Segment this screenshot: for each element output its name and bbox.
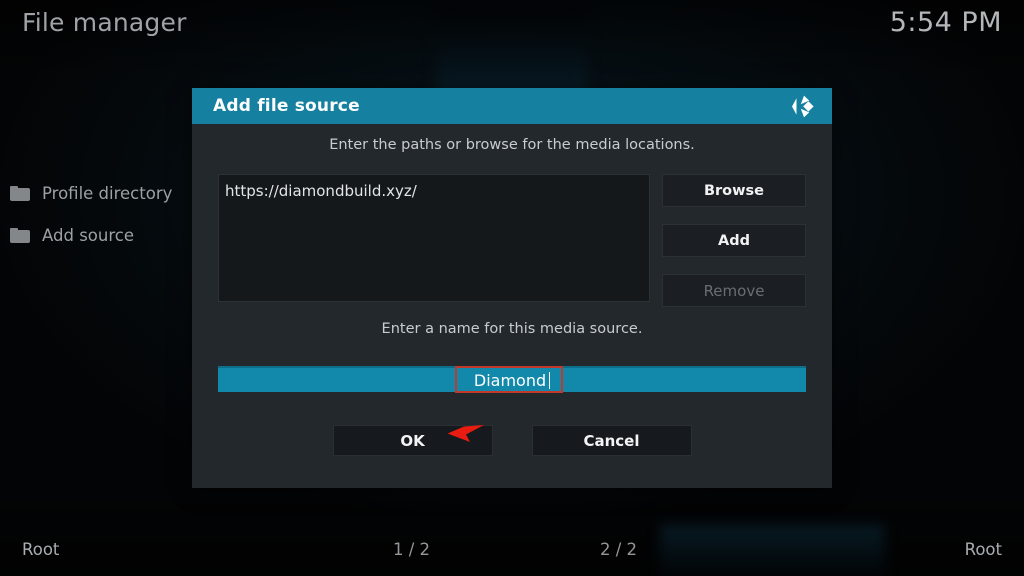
- name-hint: Enter a name for this media source.: [381, 321, 643, 337]
- kodi-file-manager-screen: File manager 5:54 PM Profile directory A…: [0, 0, 1024, 576]
- name-input-value: Diamond: [473, 370, 547, 390]
- paths-side-buttons: Browse Add Remove: [662, 174, 806, 324]
- page-title: File manager: [22, 8, 187, 37]
- sidebar-item-add-source[interactable]: Add source: [0, 214, 190, 256]
- add-file-source-dialog: Add file source Enter the paths or brows…: [192, 88, 832, 488]
- dialog-title: Add file source: [213, 96, 360, 116]
- sidebar: Profile directory Add source: [0, 172, 190, 256]
- folder-icon: [10, 185, 30, 201]
- paths-list[interactable]: https://diamondbuild.xyz/: [218, 174, 650, 302]
- remove-button: Remove: [662, 274, 806, 307]
- cancel-button[interactable]: Cancel: [531, 425, 692, 456]
- status-right-count: 2 / 2: [600, 540, 638, 559]
- text-caret: [549, 371, 551, 389]
- dialog-titlebar: Add file source: [192, 88, 832, 124]
- media-source-name-input[interactable]: Diamond: [218, 366, 806, 392]
- list-item[interactable]: https://diamondbuild.xyz/: [219, 175, 649, 200]
- status-right-path: Root: [964, 540, 1002, 559]
- kodi-logo-icon: [790, 94, 816, 119]
- sidebar-item-label: Add source: [42, 225, 134, 245]
- paths-row: https://diamondbuild.xyz/ Browse Add Rem…: [218, 174, 806, 307]
- ok-button[interactable]: OK: [332, 425, 493, 456]
- sidebar-item-label: Profile directory: [42, 183, 173, 203]
- folder-icon: [10, 227, 30, 243]
- dialog-footer-buttons: OK Cancel: [192, 425, 832, 456]
- add-button[interactable]: Add: [662, 224, 806, 257]
- browse-button[interactable]: Browse: [662, 174, 806, 207]
- bottom-status-bar: Root 1 / 2 2 / 2 Root: [0, 530, 1024, 576]
- clock: 5:54 PM: [889, 7, 1002, 38]
- sidebar-item-profile-directory[interactable]: Profile directory: [0, 172, 190, 214]
- paths-hint: Enter the paths or browse for the media …: [329, 137, 695, 153]
- status-left-count: 1 / 2: [393, 540, 431, 559]
- status-left-path: Root: [22, 540, 60, 559]
